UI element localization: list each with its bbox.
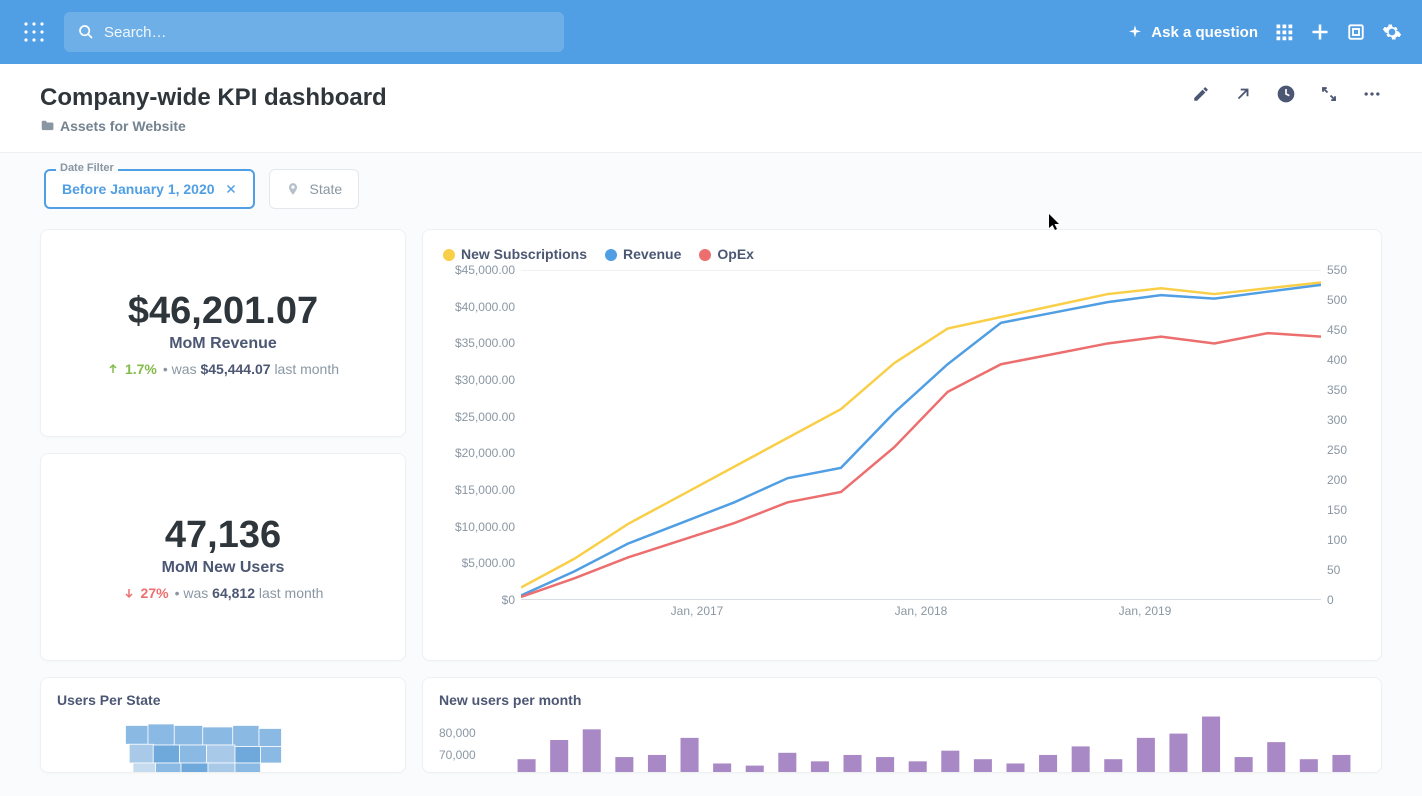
filter-date-value: Before January 1, 2020 [62,181,215,197]
stat-users-label: MoM New Users [162,559,285,577]
bar-y-tick: 80,000 [439,722,476,744]
header-actions [1192,84,1382,104]
filter-date[interactable]: Date Filter Before January 1, 2020 [44,169,255,209]
legend-opex: OpEx [717,246,754,262]
archive-icon[interactable] [1346,22,1366,42]
filter-state-label: State [310,181,343,197]
fullscreen-icon[interactable] [1320,85,1338,103]
bar-card-title: New users per month [423,678,1381,712]
topbar: Ask a question [0,0,1422,64]
stat-users-value: 47,136 [165,514,281,557]
folder-icon [40,119,54,133]
stat-revenue-delta: 1.7% [125,361,157,377]
chart-plot-area: $45,000.00$40,000.00$35,000.00$30,000.00… [443,270,1361,630]
filter-state[interactable]: State [269,169,360,209]
dashboard-header: Company-wide KPI dashboard Assets for We… [0,64,1422,153]
page-title: Company-wide KPI dashboard [40,84,1192,112]
sparkle-icon [1127,24,1143,40]
legend-rev: Revenue [623,246,681,262]
search-box[interactable] [64,12,564,52]
search-icon [78,24,94,40]
gear-icon[interactable] [1382,22,1402,42]
filter-date-label: Date Filter [56,162,118,174]
plus-icon[interactable] [1310,22,1330,42]
breadcrumb-label: Assets for Website [60,118,186,134]
clock-icon[interactable] [1276,84,1296,104]
breadcrumb[interactable]: Assets for Website [40,118,1192,134]
us-map-icon [57,718,389,773]
stat-revenue-card[interactable]: $46,201.07 MoM Revenue 1.7% • was $45,44… [40,229,406,437]
main-chart-card[interactable]: New Subscriptions Revenue OpEx $45,000.0… [422,229,1382,661]
search-input[interactable] [104,24,550,41]
users-per-state-card[interactable]: Users Per State [40,677,406,773]
legend-subs: New Subscriptions [461,246,587,262]
arrow-down-icon [123,587,135,599]
map-card-title: Users Per State [41,678,405,712]
share-icon[interactable] [1234,85,1252,103]
apps-grid-icon[interactable] [1274,22,1294,42]
filter-bar: Date Filter Before January 1, 2020 State [0,153,1422,213]
bar-y-tick: 70,000 [439,744,476,766]
stat-users-delta: 27% [141,585,169,601]
ask-question-label: Ask a question [1151,24,1258,41]
pin-icon [286,182,300,196]
pencil-icon[interactable] [1192,85,1210,103]
stat-revenue-value: $46,201.07 [128,290,318,333]
close-icon[interactable] [225,183,237,195]
more-icon[interactable] [1362,84,1382,104]
new-users-bar-card[interactable]: New users per month 80,000 70,000 [422,677,1382,773]
chart-legend: New Subscriptions Revenue OpEx [443,246,1361,262]
app-logo[interactable] [20,18,48,46]
arrow-up-icon [107,363,119,375]
ask-question-link[interactable]: Ask a question [1127,24,1258,41]
stat-revenue-label: MoM Revenue [169,335,277,353]
stat-users-card[interactable]: 47,136 MoM New Users 27% • was 64,812 la… [40,453,406,661]
